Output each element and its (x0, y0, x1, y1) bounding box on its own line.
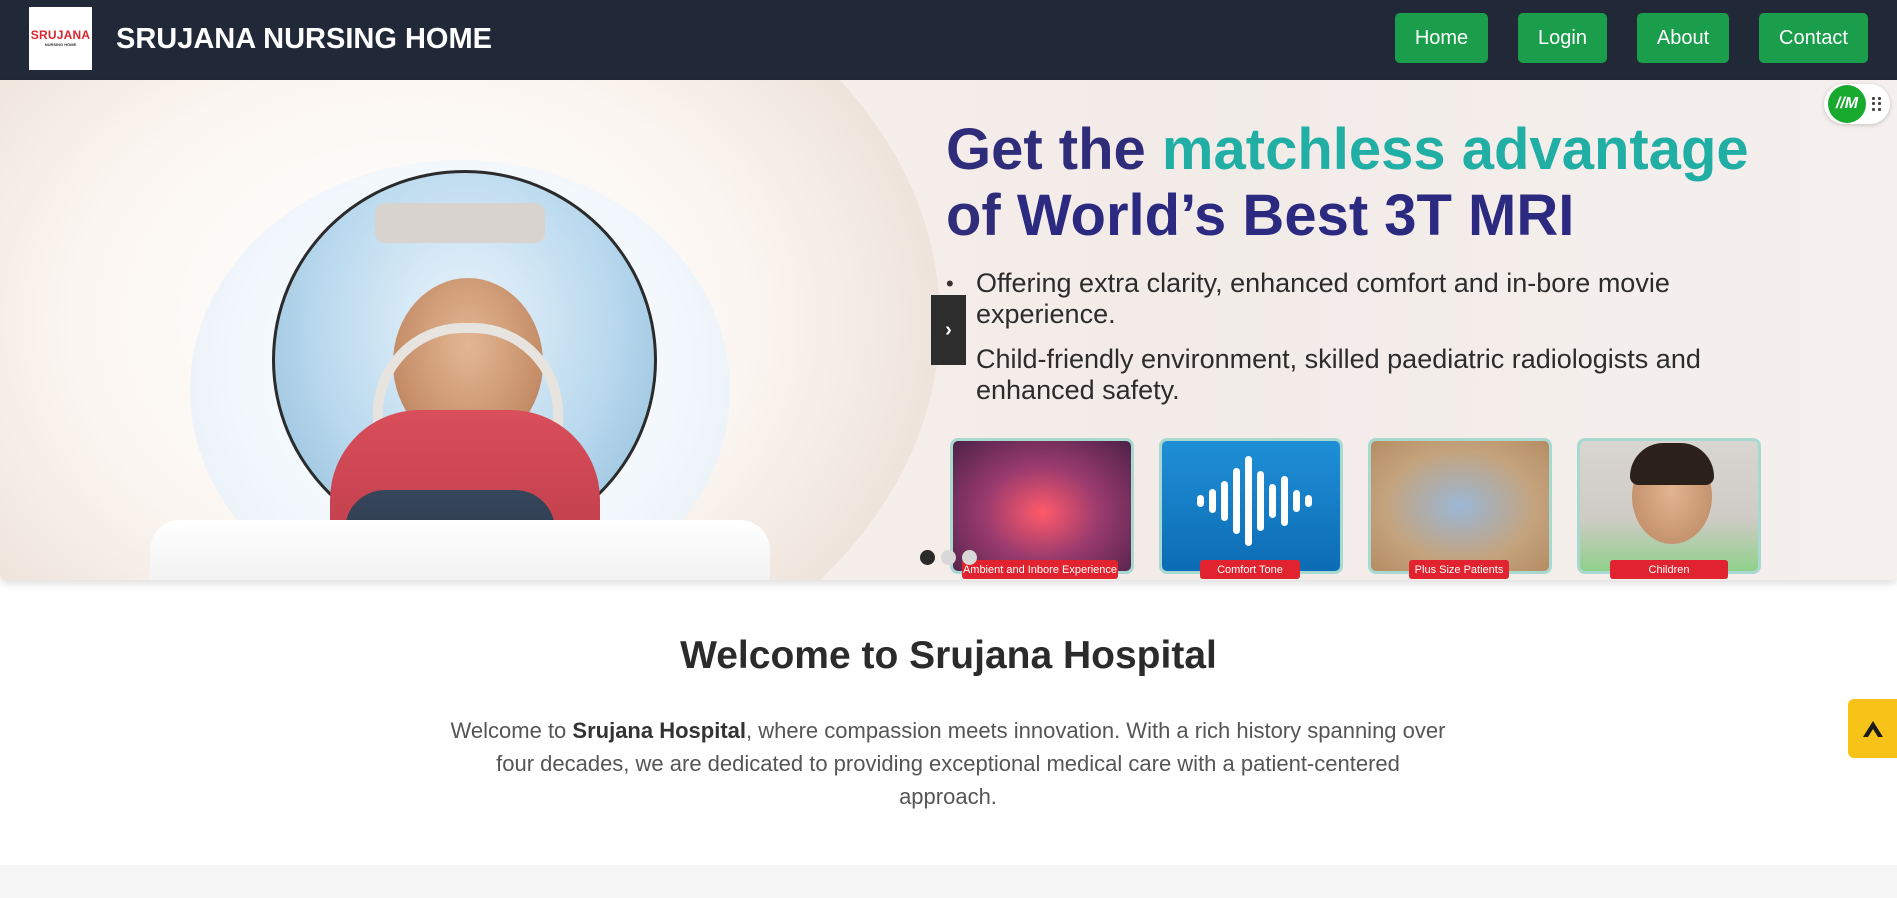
feature-label: Plus Size Patients (1409, 560, 1509, 579)
welcome-hospital-name: Srujana Hospital (572, 718, 746, 743)
assistant-logo-icon: //M (1828, 85, 1866, 123)
arrow-logo-icon (1862, 720, 1883, 737)
nav-login-button[interactable]: Login (1518, 13, 1607, 63)
floating-assistant-widget[interactable]: //M (1824, 84, 1890, 124)
carousel-dot[interactable] (920, 550, 935, 565)
carousel-indicators (920, 550, 977, 565)
headline-prefix-2: of (946, 183, 1017, 248)
sound-wave-icon (1184, 451, 1324, 551)
scanner-table (150, 520, 770, 580)
nav-home-button[interactable]: Home (1395, 13, 1488, 63)
bullet-item: Child-friendly environment, skilled paed… (946, 344, 1746, 406)
hero-carousel: Get the matchless advantage of World’s B… (0, 80, 1897, 580)
carousel-dot[interactable] (962, 550, 977, 565)
headline-prefix-1: Get the (946, 117, 1162, 182)
welcome-paragraph: Welcome to Srujana Hospital, where compa… (448, 714, 1448, 813)
headline-strong: World’s Best 3T MRI (1016, 183, 1575, 248)
logo-main-text: SRUJANA (30, 28, 91, 42)
bore-light (375, 203, 545, 243)
logo-sub-text: NURSING HOME (44, 42, 77, 47)
drag-handle-icon[interactable] (1872, 97, 1882, 111)
feature-thumb-plus-size (1368, 438, 1552, 574)
headline-accent: matchless advantage (1161, 117, 1749, 182)
nav-about-button[interactable]: About (1637, 13, 1729, 63)
feature-thumb-ambient (950, 438, 1134, 574)
carousel-next-button[interactable]: › (931, 295, 966, 365)
feature-thumb-children (1577, 438, 1761, 574)
top-navbar: SRUJANA NURSING HOME SRUJANA NURSING HOM… (0, 0, 1897, 80)
welcome-title: Welcome to Srujana Hospital (680, 634, 1217, 677)
feature-label: Comfort Tone (1200, 560, 1300, 579)
chevron-right-icon: › (945, 318, 952, 341)
next-section-band (0, 865, 1897, 898)
welcome-text-prefix: Welcome to (450, 718, 573, 743)
hero-headline: Get the matchless advantage of World’s B… (946, 117, 1846, 249)
child-hair (1630, 443, 1714, 485)
site-logo[interactable]: SRUJANA NURSING HOME (29, 7, 92, 70)
carousel-dot[interactable] (941, 550, 956, 565)
side-feedback-badge[interactable] (1848, 699, 1897, 758)
site-brand-title[interactable]: SRUJANA NURSING HOME (116, 21, 492, 57)
feature-label: Ambient and Inbore Experience (962, 560, 1118, 579)
hero-bullet-list: Offering extra clarity, enhanced comfort… (946, 268, 1746, 420)
nav-contact-button[interactable]: Contact (1759, 13, 1868, 63)
feature-thumb-comfort-tone (1159, 438, 1343, 574)
feature-label: Children (1610, 560, 1728, 579)
bullet-item: Offering extra clarity, enhanced comfort… (946, 268, 1746, 330)
